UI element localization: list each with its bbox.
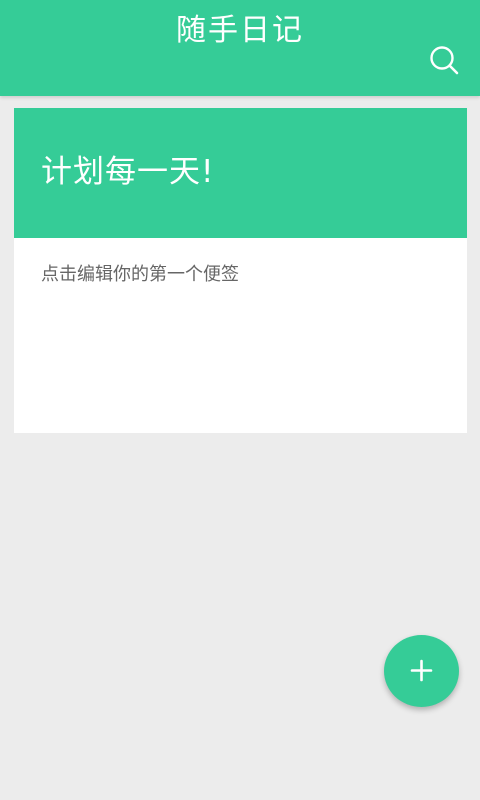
note-title: 计划每一天! [41,154,215,190]
search-button[interactable] [428,44,462,78]
note-card[interactable]: 计划每一天! 点击编辑你的第一个便签 [14,108,467,433]
add-note-button[interactable] [384,635,459,707]
note-card-header: 计划每一天! [14,108,467,238]
app-title: 随手日记 [176,13,304,48]
note-body: 点击编辑你的第一个便签 [41,264,239,285]
app-screen: 随手日记 计划每一天! 点击编辑你的第一个便签 [0,0,480,800]
app-bar: 随手日记 [0,0,480,96]
search-icon [428,44,462,78]
